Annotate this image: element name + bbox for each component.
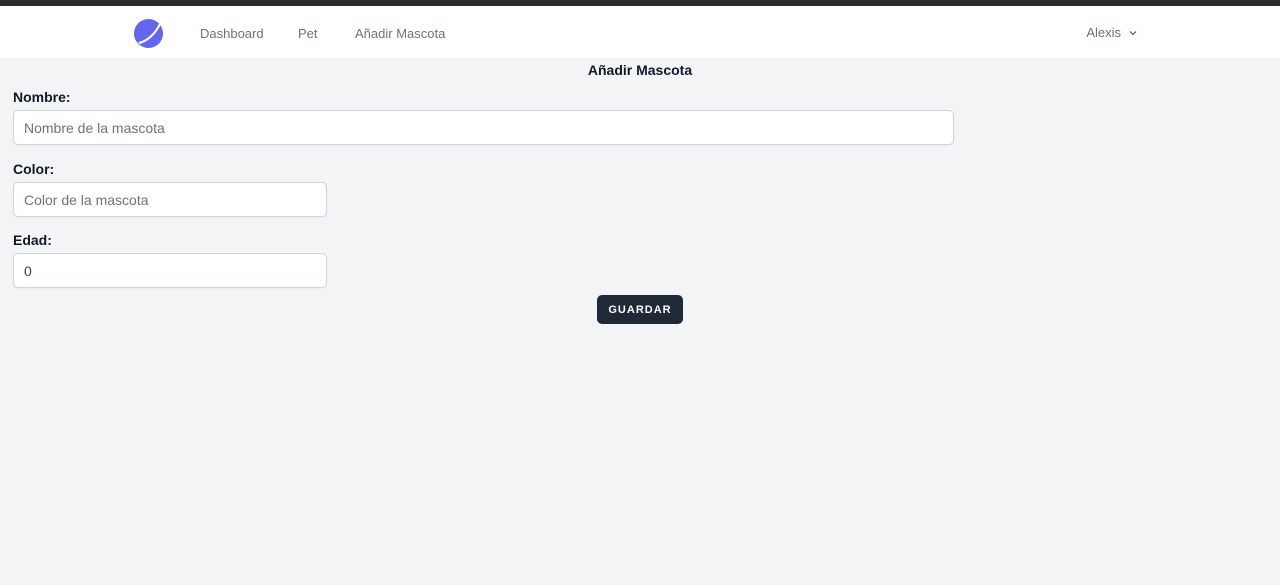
navbar: Dashboard Pet Añadir Mascota Alexis xyxy=(0,6,1280,59)
nav-link-add-pet[interactable]: Añadir Mascota xyxy=(355,26,445,41)
logo-icon[interactable] xyxy=(133,18,164,49)
color-input[interactable] xyxy=(13,182,327,217)
user-menu[interactable]: Alexis xyxy=(1086,25,1138,40)
nombre-label: Nombre: xyxy=(13,89,71,105)
color-label: Color: xyxy=(13,161,55,177)
nav-link-dashboard[interactable]: Dashboard xyxy=(200,26,264,41)
save-button[interactable]: GUARDAR xyxy=(597,295,683,324)
nav-link-pet[interactable]: Pet xyxy=(298,26,318,41)
edad-label: Edad: xyxy=(13,232,52,248)
chevron-down-icon xyxy=(1129,30,1137,36)
page-title: Añadir Mascota xyxy=(587,62,693,78)
edad-input[interactable] xyxy=(13,253,327,288)
nombre-input[interactable] xyxy=(13,110,954,145)
user-name: Alexis xyxy=(1086,25,1121,40)
